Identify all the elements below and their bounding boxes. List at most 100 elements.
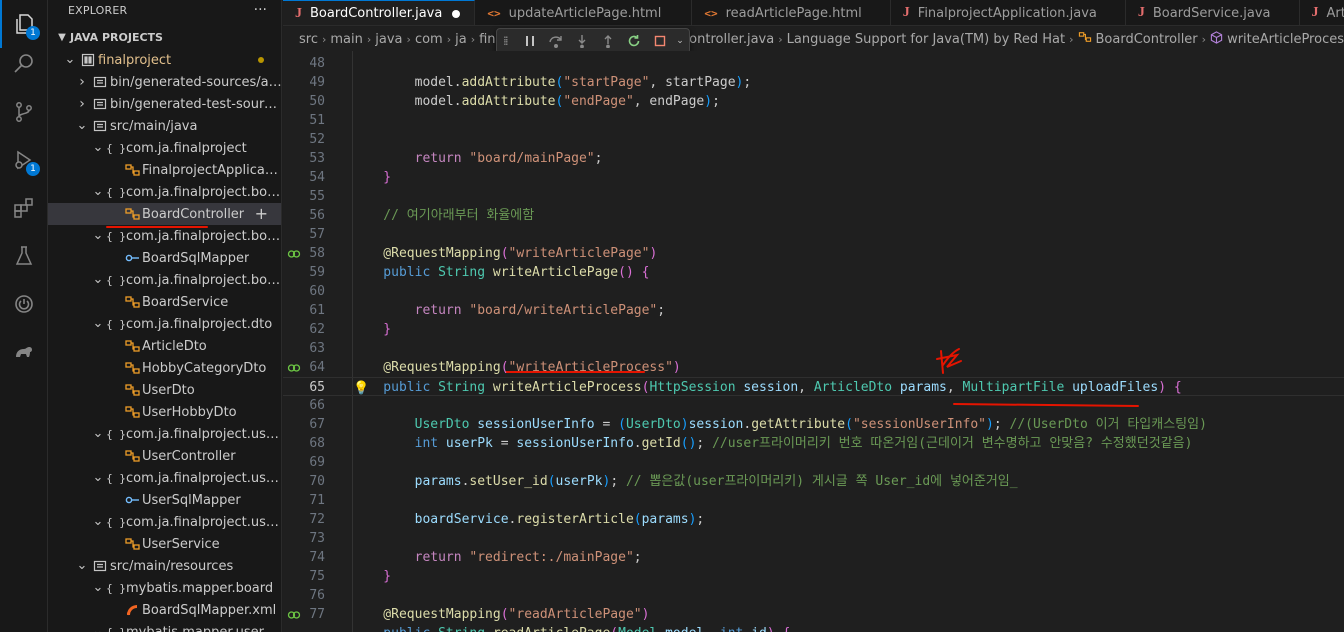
chevron-down-icon[interactable]: ⌄ [90,273,106,286]
tree-item[interactable]: HobbyCategoryDto [48,357,281,379]
code-line[interactable]: 68 int userPk = sessionUserInfo.getId();… [283,434,1344,453]
step-into-icon[interactable] [569,30,595,52]
chevron-down-icon[interactable]: ⌄ [90,141,106,154]
code-line[interactable]: 52 [283,130,1344,149]
chevron-down-icon[interactable]: ⌄ [90,625,106,632]
endpoint-gutter-icon[interactable] [287,247,301,261]
chevron-down-icon[interactable]: ⌄ [90,229,106,242]
code-line[interactable]: 71 [283,491,1344,510]
chevron-down-icon[interactable]: ⌄ [90,185,106,198]
code-line[interactable]: 76 [283,586,1344,605]
breadcrumb-item[interactable]: ja [455,32,467,47]
chevron-down-icon[interactable]: ⌄ [673,30,687,52]
breadcrumb-item[interactable]: java [375,32,402,47]
code-editor[interactable]: 48 49 model.addAttribute("startPage", sta… [283,51,1344,632]
tree-item[interactable]: ⌄{ }com.ja.finalproject.user.c... [48,423,281,445]
tree-item[interactable]: › bin/generated-sources/an... [48,71,281,93]
tree-item[interactable]: ⌄{ } com.ja.finalproject.boar... [48,181,281,203]
tree-item[interactable]: UserSqlMapper [48,489,281,511]
code-line[interactable]: 72 boardService.registerArticle(params); [283,510,1344,529]
code-line[interactable]: 59 public String writeArticlePage() { [283,263,1344,282]
tree-item[interactable]: UserService [48,533,281,555]
breadcrumb-item[interactable]: Language Support for Java(TM) by Red Hat [787,32,1065,47]
editor-tab[interactable]: J ArticleDto.java [1300,0,1344,25]
pause-icon[interactable] [517,30,543,52]
gradle-icon[interactable] [0,328,48,376]
code-line[interactable]: 77 @RequestMapping("readArticlePage") [283,605,1344,624]
chevron-down-icon[interactable]: ⌄ [90,317,106,330]
chevron-down-icon[interactable]: ⌄ [90,515,106,528]
code-line[interactable]: 54 } [283,168,1344,187]
more-actions-button[interactable]: ··· [254,0,267,20]
tree-item[interactable]: BoardController + [48,203,281,225]
chevron-right-icon[interactable]: › [74,96,90,112]
tree-item[interactable]: ⌄ finalproject [48,49,281,71]
code-line[interactable]: 49 model.addAttribute("startPage", start… [283,73,1344,92]
code-line[interactable]: 73 [283,529,1344,548]
spring-boot-icon[interactable] [0,280,48,328]
chevron-down-icon[interactable]: ⌄ [90,581,106,594]
extensions-icon[interactable] [0,184,48,232]
code-line[interactable]: 66 [283,396,1344,415]
tree-item[interactable]: ⌄{ } mybatis.mapper.user [48,621,281,632]
chevron-down-icon[interactable]: ⌄ [62,53,78,66]
breadcrumb-item[interactable]: com [415,32,443,47]
code-line[interactable]: 51 [283,111,1344,130]
code-line[interactable]: 57 [283,225,1344,244]
code-line[interactable]: 48 [283,54,1344,73]
chevron-down-icon[interactable]: ⌄ [74,119,90,132]
tree-item[interactable]: ⌄{ } com.ja.finalproject [48,137,281,159]
tree-item[interactable]: ⌄{ } com.ja.finalproject.dto [48,313,281,335]
unsaved-dot-icon[interactable] [452,9,461,18]
run-debug-icon[interactable]: 1 [0,136,48,184]
code-line[interactable]: 61 return "board/writeArticlePage"; [283,301,1344,320]
chevron-right-icon[interactable]: › [74,74,90,90]
code-line[interactable]: public String readArticlePage(Model mode… [283,624,1344,632]
chevron-down-icon[interactable]: ⌄ [74,559,90,572]
code-line[interactable]: 62 } [283,320,1344,339]
code-line[interactable]: 50 model.addAttribute("endPage", endPage… [283,92,1344,111]
code-line[interactable]: 60 [283,282,1344,301]
chevron-down-icon[interactable]: ⌄ [90,427,106,440]
editor-tab[interactable]: J BoardController.java [283,0,476,25]
tree-item[interactable]: BoardService [48,291,281,313]
add-icon[interactable]: + [255,204,268,223]
code-line[interactable]: 75 } [283,567,1344,586]
code-line[interactable]: 67 UserDto sessionUserInfo = (UserDto)se… [283,415,1344,434]
code-line[interactable]: 58 @RequestMapping("writeArticlePage") [283,244,1344,263]
tree-item[interactable]: ⌄{ } com.ja.finalproject.user.... [48,467,281,489]
editor-tab[interactable]: J FinalprojectApplication.java [891,0,1126,25]
breadcrumb-item[interactable]: src [299,32,318,47]
tree-item[interactable]: ⌄{ } com.ja.finalproject.boar... [48,269,281,291]
editor-tab[interactable]: <> readArticlePage.html [692,0,891,25]
tree-item[interactable]: UserHobbyDto [48,401,281,423]
tree-item[interactable]: ⌄{ }com.ja.finalproject.user.s... [48,511,281,533]
chevron-down-icon[interactable]: ⌄ [90,471,106,484]
breadcrumb-item[interactable]: main [330,32,362,47]
code-line[interactable]: 74 return "redirect:./mainPage"; [283,548,1344,567]
tree-item[interactable]: BoardSqlMapper.xml [48,599,281,621]
code-line[interactable]: 65 💡 public String writeArticleProcess(Ht… [283,377,1344,396]
tree-item[interactable]: ⌄{ } mybatis.mapper.board [48,577,281,599]
drag-handle-icon[interactable]: ⁞⁞ [503,34,517,48]
code-line[interactable]: 69 [283,453,1344,472]
search-icon[interactable] [0,40,48,88]
endpoint-gutter-icon[interactable] [287,361,301,375]
stop-icon[interactable] [647,30,673,52]
tree-item[interactable]: ⌄{ } com.ja.finalproject.boar... [48,225,281,247]
editor-tab[interactable]: <> updateArticlePage.html [475,0,693,25]
code-line[interactable]: 56 // 여기아래부터 화율에함 [283,206,1344,225]
step-over-icon[interactable] [543,30,569,52]
tree-item[interactable]: › bin/generated-test-sourc... [48,93,281,115]
code-line[interactable]: 53 return "board/mainPage"; [283,149,1344,168]
tree-item[interactable]: FinalprojectApplication [48,159,281,181]
testing-icon[interactable] [0,232,48,280]
code-line[interactable]: 55 [283,187,1344,206]
step-out-icon[interactable] [595,30,621,52]
code-line[interactable]: 70 params.setUser_id(userPk); // 뽑은값(use… [283,472,1344,491]
tree-item[interactable]: UserDto [48,379,281,401]
tree-item[interactable]: BoardSqlMapper [48,247,281,269]
restart-icon[interactable] [621,30,647,52]
breadcrumb-item[interactable]: fin [479,32,495,47]
tree-item[interactable]: ArticleDto [48,335,281,357]
